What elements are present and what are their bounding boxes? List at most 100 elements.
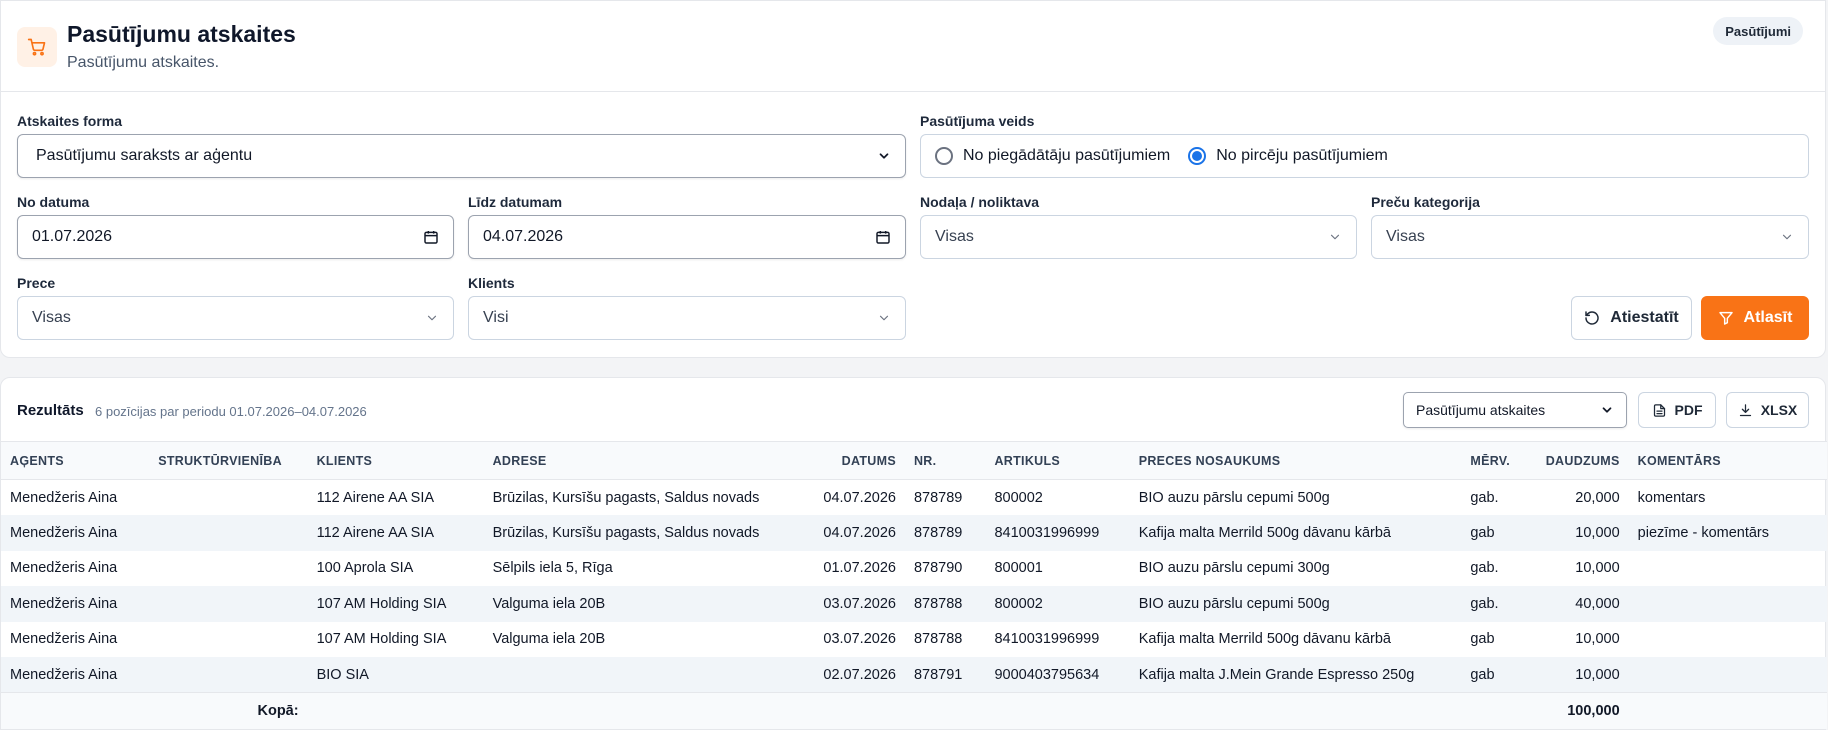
- column-header[interactable]: ADRESE: [483, 441, 809, 480]
- total-comment-spacer: [1628, 692, 1827, 729]
- category-select[interactable]: Visas: [1371, 215, 1809, 259]
- cell-agent: Menedžeris Aina: [10, 524, 118, 541]
- cell-comment: [1629, 551, 1827, 587]
- cell-date: 03.07.2026: [823, 631, 896, 648]
- cell-number: 878791: [913, 666, 963, 683]
- xlsx-export-button[interactable]: XLSX: [1726, 392, 1809, 428]
- table-total-row: Kopā: 100,000: [1, 692, 1827, 729]
- table-row[interactable]: Menedžeris Aina 107 AM Holding SIA Valgu…: [1, 622, 1827, 658]
- report-form-select[interactable]: Pasūtījumu saraksts ar aģentu: [17, 134, 906, 178]
- cell-article: 800002: [994, 595, 1043, 612]
- table-row[interactable]: Menedžeris Aina 112 Airene AA SIA Brūzil…: [1, 480, 1827, 516]
- section-badge: Pasūtījumi: [1713, 17, 1803, 45]
- cell-unit-measure: gab.: [1470, 489, 1499, 506]
- order-type-radio-group: No piegādātāju pasūtījumiem No pircēju p…: [920, 134, 1809, 178]
- chevron-down-icon: [879, 153, 889, 159]
- calendar-icon[interactable]: [875, 229, 891, 245]
- cell-unit: [149, 586, 307, 622]
- results-table: AĢENTS STRUKTŪRVIENĪBA KLIENTS ADRESE DA…: [1, 441, 1827, 729]
- cell-number: 878788: [913, 631, 963, 648]
- cell-product-name: BIO auzu pārslu cepumi 300g: [1138, 560, 1330, 577]
- table-row[interactable]: Menedžeris Aina BIO SIA 02.07.2026 87879…: [1, 657, 1827, 693]
- cell-client: 112 Airene AA SIA: [316, 524, 435, 541]
- total-value: 100,000: [1536, 692, 1629, 729]
- table-row[interactable]: Menedžeris Aina 100 Aprola SIA Sēlpils i…: [1, 551, 1827, 587]
- cell-address: Brūzilas, Kursīšu pagasts, Saldus novads: [492, 489, 760, 506]
- column-header[interactable]: DATUMS: [808, 441, 905, 480]
- cell-article: 800002: [994, 489, 1043, 506]
- cell-unit-measure: gab: [1470, 666, 1495, 683]
- cell-product-name: BIO auzu pārslu cepumi 500g: [1138, 595, 1330, 612]
- cell-address: Valguma iela 20B: [492, 595, 606, 612]
- cell-unit: [149, 622, 307, 658]
- cell-product-name: Kafija malta Merrild 500g dāvanu kārbā: [1138, 524, 1391, 541]
- table-row[interactable]: Menedžeris Aina 112 Airene AA SIA Brūzil…: [1, 515, 1827, 551]
- refresh-icon: [1585, 311, 1599, 325]
- cell-number: 878790: [913, 560, 963, 577]
- reset-button[interactable]: Atiestatīt: [1571, 296, 1692, 340]
- cell-client: BIO SIA: [316, 666, 369, 683]
- column-header[interactable]: KLIENTS: [307, 441, 484, 480]
- cell-article: 9000403795634: [994, 666, 1100, 683]
- page-title: Pasūtījumu atskaites: [67, 21, 296, 47]
- cell-comment: komentars: [1637, 489, 1706, 506]
- report-type-select[interactable]: Pasūtījumu atskaites: [1403, 392, 1627, 428]
- cell-quantity: 10,000: [1575, 666, 1620, 683]
- calendar-icon[interactable]: [423, 229, 439, 245]
- filter-card: Pasūtījumu atskaites Pasūtījumu atskaite…: [0, 0, 1826, 358]
- results-summary: 6 pozīcijas par periodu 01.07.2026–04.07…: [95, 404, 367, 419]
- cell-quantity: 10,000: [1575, 560, 1620, 577]
- radio-supplier-orders[interactable]: No piegādātāju pasūtījumiem: [935, 147, 1170, 165]
- cell-unit: [149, 515, 307, 551]
- date-from-input[interactable]: 01.07.2026: [17, 215, 454, 259]
- page-header: Pasūtījumu atskaites Pasūtījumu atskaite…: [1, 1, 1825, 92]
- cell-date: 01.07.2026: [823, 560, 896, 577]
- order-type-label: Pasūtījuma veids: [920, 113, 1035, 129]
- product-select[interactable]: Visas: [17, 296, 454, 340]
- download-icon: [1739, 403, 1751, 416]
- cell-quantity: 40,000: [1575, 595, 1620, 612]
- cell-product-name: BIO auzu pārslu cepumi 500g: [1138, 489, 1330, 506]
- pdf-export-button[interactable]: PDF: [1638, 392, 1716, 428]
- cell-number: 878789: [913, 489, 963, 506]
- product-label: Prece: [17, 275, 56, 291]
- column-header[interactable]: NR.: [904, 441, 986, 480]
- radio-customer-orders[interactable]: No pircēju pasūtījumiem: [1188, 147, 1388, 165]
- column-header[interactable]: MĒRV.: [1461, 441, 1537, 480]
- total-spacer: [307, 692, 1537, 729]
- column-header[interactable]: STRUKTŪRVIENĪBA: [149, 441, 308, 480]
- radio-button[interactable]: [935, 147, 953, 165]
- cell-agent: Menedžeris Aina: [10, 631, 118, 648]
- cell-client: 107 AM Holding SIA: [316, 631, 447, 648]
- column-header[interactable]: AĢENTS: [1, 441, 150, 480]
- column-header[interactable]: PRECES NOSAUKUMS: [1129, 441, 1462, 480]
- table-row[interactable]: Menedžeris Aina 107 AM Holding SIA Valgu…: [1, 586, 1827, 622]
- cell-product-name: Kafija malta Merrild 500g dāvanu kārbā: [1138, 631, 1391, 648]
- cell-comment: [1629, 657, 1827, 693]
- cell-agent: Menedžeris Aina: [10, 595, 118, 612]
- cart-icon: [17, 27, 57, 67]
- cell-unit: [149, 551, 307, 587]
- chevron-down-icon: [879, 315, 889, 321]
- column-header[interactable]: ARTIKULS: [985, 441, 1130, 480]
- date-to-input[interactable]: 04.07.2026: [468, 215, 906, 259]
- cell-client: 107 AM Holding SIA: [316, 595, 447, 612]
- cell-unit-measure: gab: [1470, 631, 1495, 648]
- cell-date: 04.07.2026: [823, 524, 896, 541]
- cell-address: [484, 657, 809, 693]
- client-select[interactable]: Visi: [468, 296, 906, 340]
- department-select[interactable]: Visas: [920, 215, 1357, 259]
- cell-quantity: 10,000: [1575, 631, 1620, 648]
- column-header[interactable]: KOMENTĀRS: [1628, 441, 1827, 480]
- cell-article: 8410031996999: [994, 631, 1100, 648]
- cell-quantity: 10,000: [1575, 524, 1620, 541]
- cell-quantity: 20,000: [1575, 489, 1620, 506]
- column-header[interactable]: DAUDZUMS: [1536, 441, 1629, 480]
- filter-button[interactable]: Atlasīt: [1701, 296, 1809, 340]
- radio-button[interactable]: [1188, 147, 1207, 165]
- cell-product-name: Kafija malta J.Mein Grande Espresso 250g: [1138, 666, 1415, 683]
- cell-agent: Menedžeris Aina: [10, 560, 118, 577]
- total-label: Kopā:: [1, 692, 308, 729]
- cell-article: 8410031996999: [994, 524, 1100, 541]
- cell-date: 02.07.2026: [823, 666, 896, 683]
